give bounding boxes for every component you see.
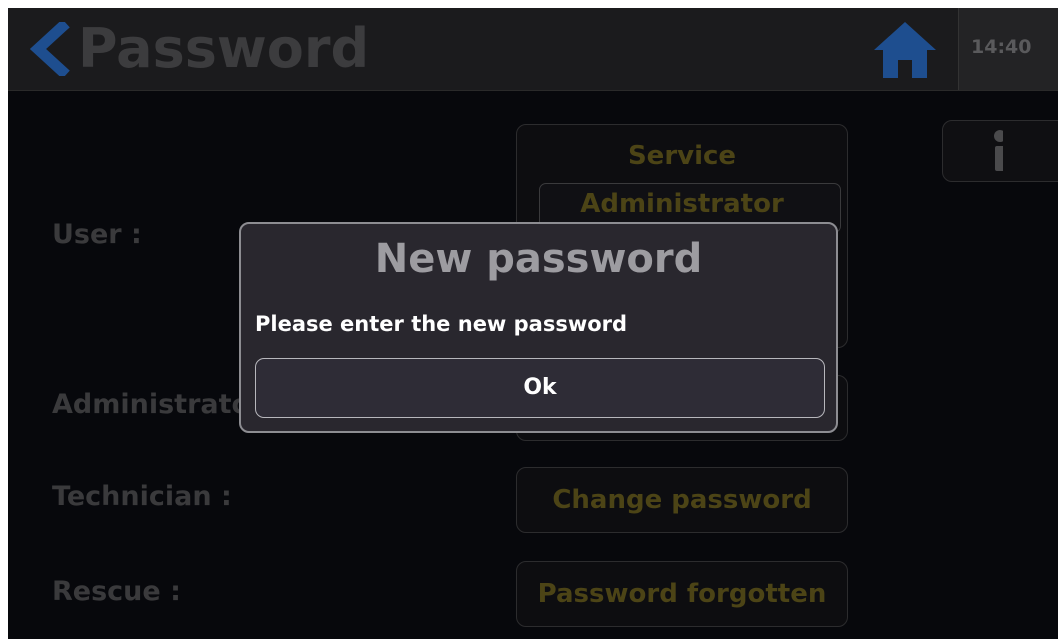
dialog-title: New password [374, 236, 703, 282]
clock: 14:40 [958, 8, 1058, 90]
user-label: User : [52, 219, 142, 250]
chevron-left-icon[interactable] [29, 19, 70, 79]
clock-time: 14:40 [971, 36, 1032, 58]
new-password-dialog: New password Please enter the new passwo… [239, 222, 838, 433]
user-option-administrator[interactable]: Administrator [517, 189, 847, 219]
info-icon [994, 130, 1006, 171]
info-button[interactable] [942, 120, 1058, 182]
user-option-service[interactable]: Service [517, 141, 847, 171]
dialog-message: Please enter the new password [255, 312, 628, 336]
ok-button[interactable]: Ok [255, 358, 825, 418]
header-bar: Password 14:40 [8, 8, 1058, 91]
main-content: User : Administrator : Technician : Resc… [8, 91, 1058, 639]
rescue-password-forgotten-button[interactable]: Password forgotten [516, 561, 848, 627]
home-icon[interactable] [872, 20, 938, 80]
technician-label: Technician : [52, 481, 232, 512]
technician-change-password-button[interactable]: Change password [516, 467, 848, 533]
page-title: Password [78, 17, 370, 80]
app-frame: Password 14:40 User : Administrator : Te… [8, 8, 1058, 639]
rescue-label: Rescue : [52, 576, 181, 607]
